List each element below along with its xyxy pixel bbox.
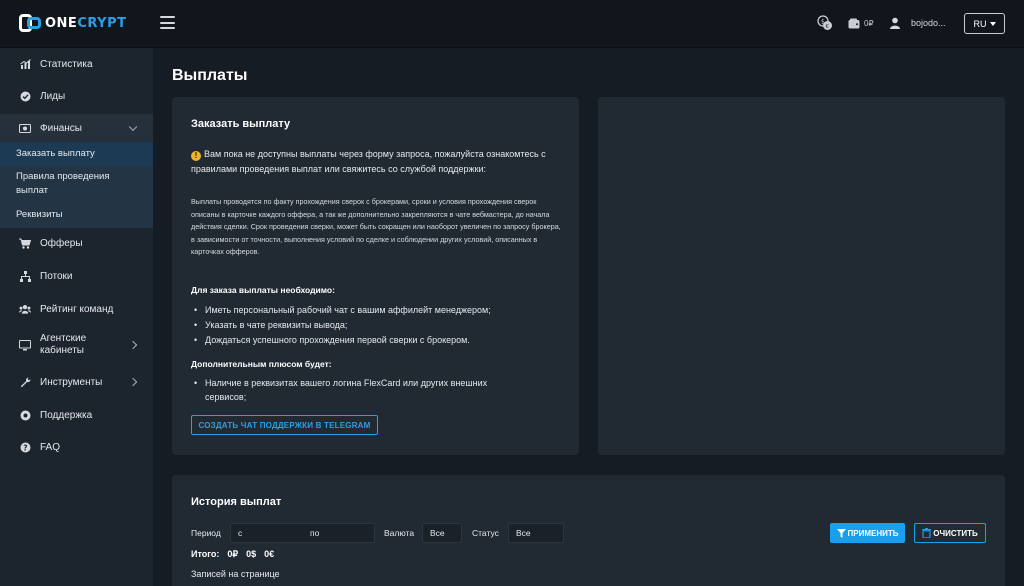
currency-select[interactable]: Все xyxy=(422,523,462,543)
sidebar-item-label: Лиды xyxy=(40,90,66,102)
sidebar-item-label: Статистика xyxy=(40,58,93,70)
logo-mark-icon xyxy=(19,14,41,32)
list-item: Иметь персональный рабочий чат с вашим а… xyxy=(194,303,550,317)
list-item: Дождаться успешного прохождения первой с… xyxy=(194,333,550,347)
svg-text:$: $ xyxy=(821,19,825,26)
sidebar-item-label: Офферы xyxy=(40,237,83,249)
check-circle-icon xyxy=(19,90,31,102)
sidebar-item-label: Агентские кабинеты xyxy=(40,333,87,356)
create-telegram-chat-button[interactable]: СОЗДАТЬ ЧАТ ПОДДЕРЖКИ В TELEGRAM xyxy=(191,415,378,435)
sidebar-item-label: FAQ xyxy=(40,441,61,453)
svg-text:?: ? xyxy=(23,443,27,452)
period-label: Период xyxy=(191,528,221,538)
sidebar-item-support[interactable]: Поддержка xyxy=(0,405,153,425)
support-icon xyxy=(19,409,31,421)
clear-label: ОЧИСТИТЬ xyxy=(933,528,978,538)
history-title: История выплат xyxy=(191,496,282,508)
logo-text: ONECRYPT xyxy=(45,15,127,31)
status-label: Статус xyxy=(472,528,499,538)
total-eur: 0€ xyxy=(264,549,275,559)
currency-value: Все xyxy=(430,528,445,538)
list-item: Наличие в реквизитах вашего логина FlexC… xyxy=(194,376,525,404)
filter-icon xyxy=(836,528,846,538)
warning-icon: ! xyxy=(191,151,201,161)
sidebar-item-label: Инструменты xyxy=(40,376,103,388)
period-to: по xyxy=(310,528,320,538)
total-rub: 0₽ xyxy=(227,549,239,559)
sidebar-item-label: Поддержка xyxy=(40,409,93,421)
card-title: Заказать выплату xyxy=(191,118,291,130)
sidebar-item-leads[interactable]: Лиды xyxy=(0,86,153,106)
top-bar: ONECRYPT $ € 0₽ bojodo... RU xyxy=(0,0,1024,48)
order-payout-card: Заказать выплату ! Вам пока не доступны в… xyxy=(172,97,579,455)
sidebar-item-faq[interactable]: ? FAQ xyxy=(0,437,153,457)
clear-button[interactable]: ОЧИСТИТЬ xyxy=(914,523,986,543)
period-from: с xyxy=(238,528,243,538)
username[interactable]: bojodo... xyxy=(911,18,946,28)
notice-message: Вам пока не доступны выплаты через форму… xyxy=(191,149,546,174)
chevron-down-icon xyxy=(128,122,138,132)
chevron-right-icon xyxy=(128,340,138,350)
totals-row: Итого: 0₽ 0$ 0€ xyxy=(191,549,274,560)
menu-toggle-icon[interactable] xyxy=(160,16,175,29)
trash-icon xyxy=(922,528,932,538)
monitor-icon xyxy=(19,339,31,351)
notice-text: ! Вам пока не доступны выплаты через форм… xyxy=(191,147,561,176)
status-select[interactable]: Все xyxy=(508,523,564,543)
user-icon[interactable] xyxy=(886,14,904,32)
records-per-page-label: Записей на странице xyxy=(191,569,280,579)
currency-exchange-icon[interactable]: $ € xyxy=(816,14,834,32)
submenu-item-payout-rules[interactable]: Правила проведения выплат xyxy=(16,170,136,198)
totals-label: Итого: xyxy=(191,549,220,559)
status-value: Все xyxy=(516,528,531,538)
cart-icon xyxy=(19,237,31,249)
period-range-input[interactable]: с по xyxy=(230,523,375,543)
sidebar: Статистика Лиды Финансы Заказать выплату… xyxy=(0,48,153,586)
sidebar-item-agency-accounts[interactable]: Агентские кабинеты xyxy=(0,330,153,360)
empty-panel xyxy=(598,97,1005,455)
sidebar-item-streams[interactable]: Потоки xyxy=(0,266,153,286)
currency-label: Валюта xyxy=(384,528,415,538)
chevron-right-icon xyxy=(128,377,138,387)
sidebar-item-finance[interactable]: Финансы xyxy=(0,114,153,142)
sidebar-item-offers[interactable]: Офферы xyxy=(0,233,153,253)
sidebar-item-team-rating[interactable]: Рейтинг команд xyxy=(0,299,153,319)
apply-label: ПРИМЕНИТЬ xyxy=(847,528,899,538)
sidebar-item-label: Рейтинг команд xyxy=(40,303,114,315)
language-select[interactable]: RU xyxy=(964,13,1005,34)
users-icon xyxy=(19,303,31,315)
balance-value: 0₽ xyxy=(864,19,874,28)
caret-down-icon xyxy=(989,21,996,26)
page-title: Выплаты xyxy=(172,67,248,84)
submenu-item-order-payout[interactable]: Заказать выплату xyxy=(16,147,95,161)
sidebar-item-label: Потоки xyxy=(40,270,73,282)
payout-details-text: Выплаты проводятся по факту прохождения … xyxy=(191,197,561,256)
bonus-title: Дополнительным плюсом будет: xyxy=(191,359,332,369)
sitemap-icon xyxy=(19,270,31,282)
chart-icon xyxy=(19,58,31,70)
wallet-icon[interactable] xyxy=(845,14,863,32)
total-usd: 0$ xyxy=(246,549,257,559)
sidebar-item-tools[interactable]: Инструменты xyxy=(0,372,153,392)
sidebar-item-label: Финансы xyxy=(40,122,82,134)
sidebar-item-statistics[interactable]: Статистика xyxy=(0,54,153,74)
svg-text:€: € xyxy=(826,24,830,30)
list-item: Указать в чате реквизиты вывода; xyxy=(194,318,550,332)
finance-submenu: Заказать выплату Правила проведения выпл… xyxy=(0,142,153,228)
apply-button[interactable]: ПРИМЕНИТЬ xyxy=(830,523,905,543)
payout-history-card: История выплат Период с по Валюта Все Ст… xyxy=(172,475,1005,586)
question-icon: ? xyxy=(19,441,31,453)
submenu-item-requisites[interactable]: Реквизиты xyxy=(16,208,63,222)
money-icon xyxy=(19,122,31,134)
wrench-icon xyxy=(19,376,31,388)
logo[interactable]: ONECRYPT xyxy=(19,14,126,32)
language-value: RU xyxy=(973,18,987,29)
requirements-title: Для заказа выплаты необходимо: xyxy=(191,285,335,295)
